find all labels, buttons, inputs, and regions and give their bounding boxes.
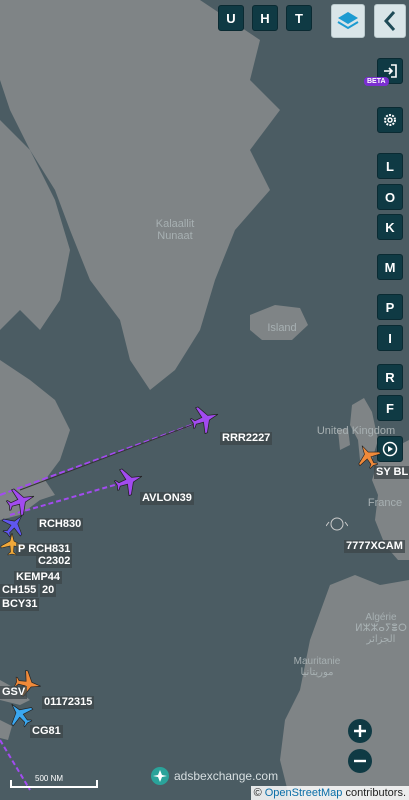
- sidebar-button-f[interactable]: F: [377, 395, 403, 421]
- h-button[interactable]: H: [252, 5, 278, 31]
- label-france: France: [367, 497, 403, 509]
- callsign-label[interactable]: 20: [40, 584, 57, 597]
- callsign-label[interactable]: CG81: [30, 725, 63, 738]
- callsign-label[interactable]: CH155: [0, 584, 39, 597]
- sidebar-button-l[interactable]: L: [377, 153, 403, 179]
- callsign-label[interactable]: 01172315: [42, 696, 95, 709]
- label-greenland: Kalaallit Nunaat: [155, 218, 195, 242]
- attribution-suffix: contributors.: [345, 787, 406, 799]
- collapse-sidebar-button[interactable]: [374, 4, 406, 38]
- u-button[interactable]: U: [218, 5, 244, 31]
- sidebar-button-p[interactable]: P: [377, 294, 403, 320]
- settings-button[interactable]: [377, 107, 403, 133]
- balloon-icon[interactable]: [326, 516, 348, 534]
- play-icon: [382, 441, 398, 457]
- layers-icon: [337, 12, 359, 30]
- scale-label: 500 NM: [35, 774, 64, 783]
- sidebar-button-i[interactable]: I: [377, 325, 403, 351]
- callsign-label[interactable]: RRR2227: [220, 432, 273, 445]
- sidebar-button-k[interactable]: K: [377, 214, 403, 240]
- callsign-label[interactable]: C2302: [36, 555, 73, 568]
- callsign-label[interactable]: AVLON39: [140, 492, 194, 505]
- label-algeria: Algérie ⵍⵣⵣⴰⵢⴻⵔ الجزائر: [355, 612, 407, 645]
- label-mauritania: Mauritanie موريتانيا: [293, 656, 341, 678]
- sidebar-button-r[interactable]: R: [377, 364, 403, 390]
- zoom-out-button[interactable]: [348, 749, 372, 773]
- callsign-label[interactable]: RCH830: [37, 518, 84, 531]
- minus-icon: [354, 759, 366, 763]
- aircraft-icon[interactable]: [188, 404, 222, 434]
- attribution: © OpenStreetMap contributors.: [250, 786, 409, 800]
- branding[interactable]: adsbexchange.com: [150, 766, 278, 786]
- map-view[interactable]: Kalaallit Nunaat Island United Kingdom F…: [0, 0, 409, 800]
- sidebar-button-m[interactable]: M: [377, 254, 403, 280]
- label-iceland: Island: [267, 322, 297, 334]
- plus-icon: [354, 725, 366, 737]
- zoom-in-button[interactable]: [348, 719, 372, 743]
- callsign-label[interactable]: SY BL: [374, 466, 409, 479]
- openstreetmap-link[interactable]: OpenStreetMap: [265, 787, 343, 799]
- basemap: [0, 0, 409, 800]
- beta-badge: BETA: [364, 77, 389, 86]
- aircraft-icon[interactable]: [6, 700, 34, 728]
- t-button[interactable]: T: [286, 5, 312, 31]
- callsign-label[interactable]: GSV: [0, 686, 28, 699]
- copyright-symbol: ©: [253, 787, 262, 799]
- sidebar-button-o[interactable]: O: [377, 184, 403, 210]
- callsign-label[interactable]: BCY31: [0, 598, 40, 611]
- brand-name: adsbexchange.com: [174, 769, 279, 783]
- adsbexchange-logo-icon: [151, 767, 169, 785]
- chevron-left-icon: [383, 11, 396, 31]
- gear-icon: [384, 114, 396, 126]
- land-africa: [280, 575, 409, 800]
- layers-button[interactable]: [331, 4, 365, 38]
- callsign-label[interactable]: KEMP44: [14, 571, 63, 584]
- scale-bar: 500 NM: [10, 774, 98, 788]
- callsign-label[interactable]: 7777XCAM: [344, 540, 405, 553]
